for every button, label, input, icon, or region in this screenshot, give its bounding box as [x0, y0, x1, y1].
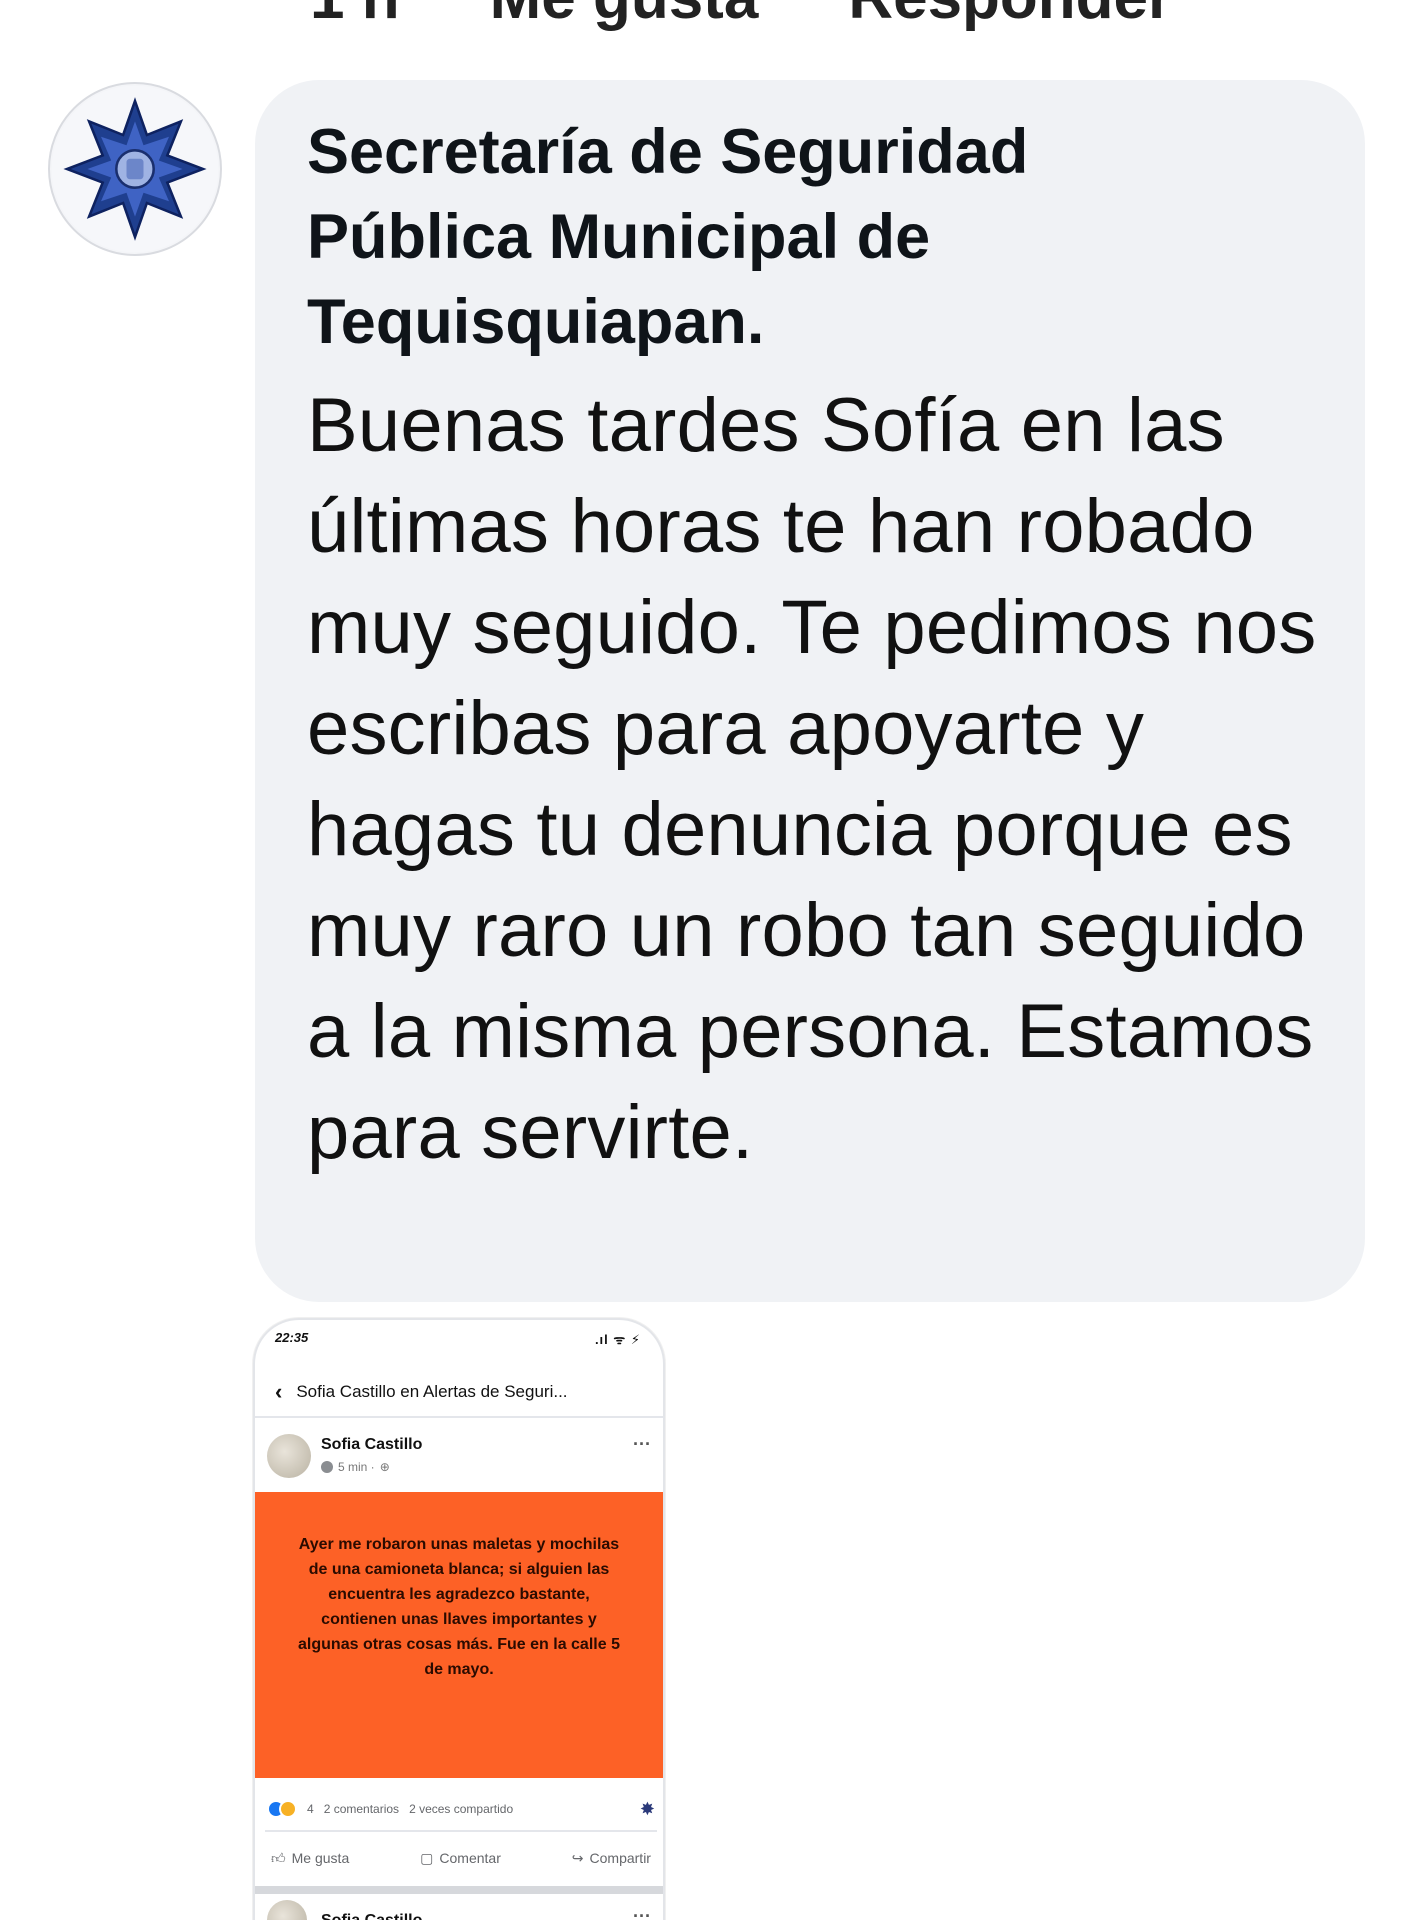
comment-actions-row: 1 h Me gusta Responder: [310, 0, 1172, 33]
comment-bubble-icon: ▢: [420, 1849, 434, 1866]
avatar[interactable]: [48, 82, 222, 256]
section-separator: [255, 1886, 663, 1894]
post-actions-row: 👍︎ Me gusta ▢ Comentar ↪ Compartir: [265, 1838, 657, 1878]
shares-count: 2 veces compartido: [409, 1802, 514, 1816]
reply-preview: Sofia Castillo ···: [267, 1898, 655, 1920]
care-reaction-icon: [279, 1800, 297, 1818]
back-arrow-icon: ‹: [275, 1379, 283, 1404]
reaction-count: 4: [307, 1802, 314, 1816]
comment-author[interactable]: Secretaría de Seguridad Pública Municipa…: [307, 110, 1207, 365]
post-stats-row: 4 2 comentarios 2 veces compartido ✸: [267, 1794, 655, 1824]
globe-icon: ⊕: [379, 1460, 390, 1474]
comment-bubble: Secretaría de Seguridad Pública Municipa…: [255, 80, 1365, 1302]
post-author-row: Sofia Castillo 5 min · ⊕ ···: [267, 1430, 655, 1494]
post-body-text: Ayer me robaron unas maletas y mochilas …: [298, 1536, 620, 1678]
comment-action-label: Comentar: [439, 1850, 501, 1866]
status-time: 22:35: [275, 1330, 309, 1345]
like-link[interactable]: Me gusta: [490, 0, 759, 33]
comment-action: ▢ Comentar: [420, 1850, 501, 1867]
reply-author-name: Sofia Castillo: [321, 1912, 422, 1920]
share-action-label: Compartir: [589, 1850, 651, 1866]
reply-avatar: [267, 1900, 307, 1920]
comment-text: Buenas tardes Sofía en las últimas horas…: [307, 383, 1317, 1175]
reply-more-icon: ···: [633, 1906, 651, 1920]
reply-link[interactable]: Responder: [848, 0, 1172, 33]
signal-wifi-battery-icon: .ıl ᯤ ⚡: [594, 1332, 641, 1347]
author-avatar: [267, 1434, 311, 1478]
police-star-icon: [51, 85, 219, 253]
header-title: Sofia Castillo en Alertas de Seguri...: [296, 1382, 568, 1401]
comment-time: 1 h: [310, 0, 400, 33]
like-action-label: Me gusta: [291, 1850, 350, 1866]
post-author-name: Sofia Castillo: [321, 1436, 423, 1453]
comments-count: 2 comentarios: [323, 1802, 400, 1816]
share-action: ↪ Compartir: [572, 1850, 651, 1867]
thumbs-up-icon: 👍︎: [271, 1849, 286, 1866]
group-icon: [321, 1461, 333, 1473]
page-badge-icon: ✸: [639, 1798, 655, 1819]
divider: [265, 1830, 657, 1832]
phone-status-bar: 22:35 .ıl ᯤ ⚡: [275, 1330, 641, 1352]
post-header-bar: ‹ Sofia Castillo en Alertas de Seguri...: [255, 1368, 663, 1418]
post-time-text: 5 min ·: [338, 1460, 375, 1474]
more-options-icon: ···: [633, 1434, 651, 1454]
like-action: 👍︎ Me gusta: [271, 1850, 349, 1867]
post-body-background: Ayer me robaron unas maletas y mochilas …: [255, 1492, 663, 1778]
reactions-icon: [267, 1800, 297, 1818]
attached-screenshot[interactable]: 22:35 .ıl ᯤ ⚡ ‹ Sofia Castillo en Alerta…: [253, 1318, 665, 1920]
post-time: 5 min · ⊕: [321, 1460, 390, 1474]
share-arrow-icon: ↪: [571, 1849, 584, 1866]
